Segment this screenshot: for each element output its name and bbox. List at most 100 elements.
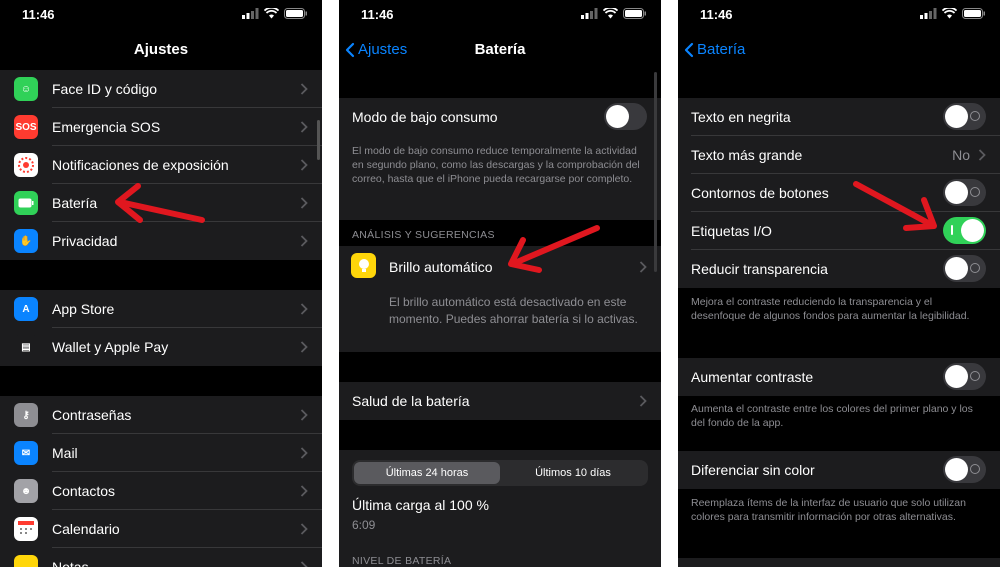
battery-status-icon xyxy=(284,8,307,19)
segment-24h[interactable]: Últimas 24 horas xyxy=(354,462,500,484)
settings-row[interactable]: Calendario xyxy=(0,510,322,548)
option-value: No xyxy=(952,147,970,163)
battery-level-header: NIVEL DE BATERÍA xyxy=(352,555,452,567)
chevron-right-icon xyxy=(300,197,308,209)
text-options-group: Texto en negrita Texto más grande No Contor… xyxy=(678,98,1000,288)
settings-row[interactable]: ☺ Face ID y código xyxy=(0,70,322,108)
status-time: 11:46 xyxy=(361,7,394,22)
chevron-right-icon xyxy=(300,341,308,353)
settings-screen: 11:46 Ajustes ☺ Face ID y código SOS Emerge… xyxy=(0,0,322,567)
row-label: Wallet y Apple Pay xyxy=(52,339,169,355)
segment-10d[interactable]: Últimos 10 días xyxy=(500,462,646,484)
chevron-right-icon xyxy=(300,83,308,95)
insights-header: ANÁLISIS Y SUGERENCIAS xyxy=(352,229,495,241)
settings-group-3: ⚷ Contraseñas ✉ Mail ☻ Contactos Calendario Not… xyxy=(0,396,322,567)
toggle-knob xyxy=(945,105,968,128)
settings-row[interactable]: ⚷ Contraseñas xyxy=(0,396,322,434)
toggle-knob xyxy=(945,365,968,388)
display-text-size-screen: 11:46 Batería Texto en negrita Texto más … xyxy=(678,0,1000,567)
settings-row[interactable]: A App Store xyxy=(0,290,322,328)
off-indicator xyxy=(970,263,980,273)
settings-row[interactable]: Notificaciones de exposición xyxy=(0,146,322,184)
increase-contrast-toggle[interactable] xyxy=(943,363,986,390)
auto-brightness-label: Brillo automático xyxy=(389,259,493,275)
auto-brightness-desc: El brillo automático está desactivado en… xyxy=(389,295,638,326)
exposure-icon xyxy=(14,153,38,177)
key-icon: ⚷ xyxy=(14,403,38,427)
time-range-segmented-control: Últimas 24 horas Últimos 10 días xyxy=(352,460,648,486)
low-power-label: Modo de bajo consumo xyxy=(352,109,498,125)
toggle-knob xyxy=(606,105,629,128)
settings-list: ☺ Face ID y código SOS Emergencia SOS Notifi… xyxy=(0,70,322,567)
mail-icon: ✉ xyxy=(14,441,38,465)
chevron-right-icon xyxy=(300,447,308,459)
low-power-footer-box: El modo de bajo consumo reduce temporalm… xyxy=(339,136,661,220)
contacts-icon: ☻ xyxy=(14,479,38,503)
chevron-left-icon xyxy=(684,42,694,57)
lightbulb-icon xyxy=(351,253,376,278)
back-button[interactable]: Batería xyxy=(684,41,745,58)
chevron-right-icon xyxy=(300,235,308,247)
on-indicator xyxy=(951,225,953,235)
settings-row[interactable]: Notas xyxy=(0,548,322,567)
settings-row[interactable]: ▤ Wallet y Apple Pay xyxy=(0,328,322,366)
chevron-right-icon xyxy=(300,303,308,315)
battery-status-icon xyxy=(962,8,985,19)
row-label: Contraseñas xyxy=(52,407,132,423)
transparency-footer: Mejora el contraste reduciendo la transp… xyxy=(691,296,970,322)
row-label: App Store xyxy=(52,301,115,317)
status-bar: 11:46 xyxy=(0,0,322,30)
increase-contrast-label: Aumentar contraste xyxy=(691,369,814,385)
next-group xyxy=(678,558,1000,567)
differentiate-footer: Reemplaza ítems de la interfaz de usuari… xyxy=(691,497,966,523)
chevron-right-icon xyxy=(300,121,308,133)
settings-row[interactable]: ✉ Mail xyxy=(0,434,322,472)
option-toggle[interactable] xyxy=(943,255,986,282)
row-label: Emergencia SOS xyxy=(52,119,161,135)
wallet-icon: ▤ xyxy=(14,335,38,359)
status-time: 11:46 xyxy=(22,7,55,22)
row-label: Notas xyxy=(52,559,89,567)
battery-screen: 11:46 Ajustes Batería Modo de bajo consu… xyxy=(339,0,661,567)
signal-icon xyxy=(581,8,598,19)
battery-health-group: Salud de la batería xyxy=(339,382,661,420)
off-indicator xyxy=(970,111,980,121)
option-row[interactable]: Texto más grande No xyxy=(678,136,1000,174)
status-icons xyxy=(920,8,986,19)
last-charge-label: Última carga al 100 % xyxy=(352,497,489,513)
app-store-icon: A xyxy=(14,297,38,321)
option-toggle[interactable] xyxy=(943,217,986,244)
wifi-icon xyxy=(603,8,618,19)
off-indicator xyxy=(970,464,980,474)
toggle-knob xyxy=(945,458,968,481)
differentiate-toggle[interactable] xyxy=(943,456,986,483)
settings-row[interactable]: SOS Emergencia SOS xyxy=(0,108,322,146)
battery-status-icon xyxy=(623,8,646,19)
usage-group: Últimas 24 horas Últimos 10 días Última … xyxy=(339,450,661,567)
back-label: Batería xyxy=(697,41,746,58)
wifi-icon xyxy=(942,8,957,19)
status-time: 11:46 xyxy=(700,7,733,22)
option-toggle[interactable] xyxy=(943,179,986,206)
settings-row[interactable]: ☻ Contactos xyxy=(0,472,322,510)
low-power-group: Modo de bajo consumo xyxy=(339,98,661,136)
nav-bar: Ajustes Batería xyxy=(339,30,661,70)
chevron-right-icon xyxy=(978,149,986,161)
red-arrow-annotation xyxy=(115,183,205,223)
scrollbar[interactable] xyxy=(317,120,320,160)
scrollbar[interactable] xyxy=(654,72,657,272)
toggle-knob xyxy=(945,257,968,280)
chevron-right-icon xyxy=(300,485,308,497)
differentiate-label: Diferenciar sin color xyxy=(691,462,815,478)
page-title: Batería xyxy=(474,41,526,58)
battery-health-row[interactable]: Salud de la batería xyxy=(339,382,661,420)
display-options-list: Texto en negrita Texto más grande No Contor… xyxy=(678,70,1000,567)
option-row: Etiquetas I/O xyxy=(678,212,1000,250)
face-id-icon: ☺ xyxy=(14,77,38,101)
option-toggle[interactable] xyxy=(943,103,986,130)
off-indicator xyxy=(970,187,980,197)
page-title: Ajustes xyxy=(133,41,189,58)
option-row: Reducir transparencia xyxy=(678,250,1000,288)
chevron-right-icon xyxy=(300,409,308,421)
low-power-toggle[interactable] xyxy=(604,103,647,130)
